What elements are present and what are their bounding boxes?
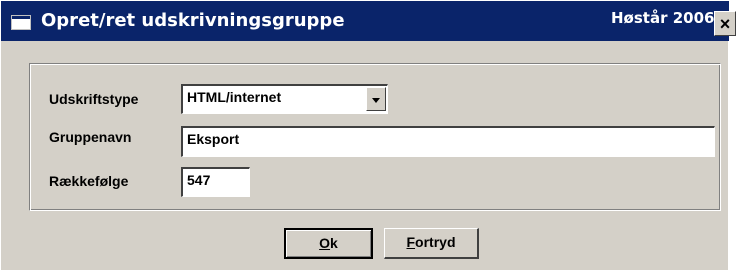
- window-icon: [11, 15, 31, 30]
- dialog-window: Opret/ret udskrivningsgruppe Høstår 2006…: [0, 0, 736, 270]
- window-title: Opret/ret udskrivningsgruppe: [41, 10, 345, 31]
- ok-label-rest: k: [330, 235, 338, 251]
- title-bar[interactable]: Opret/ret udskrivningsgruppe Høstår 2006…: [1, 1, 736, 41]
- close-button[interactable]: ×: [714, 11, 736, 36]
- order-input[interactable]: 547: [181, 167, 250, 197]
- group-name-input[interactable]: Eksport: [181, 126, 715, 157]
- cancel-label-rest: ortryd: [415, 234, 456, 250]
- order-label: Rækkefølge: [49, 173, 129, 189]
- season-label: Høstår 2006: [611, 9, 715, 27]
- cancel-button[interactable]: Fortryd: [384, 228, 479, 259]
- ok-mnemonic: O: [319, 235, 331, 251]
- chevron-down-icon[interactable]: [366, 87, 386, 111]
- print-type-value: HTML/internet: [187, 89, 282, 105]
- ok-button[interactable]: Ok: [284, 228, 373, 259]
- cancel-mnemonic: F: [406, 234, 416, 250]
- print-type-select[interactable]: HTML/internet: [181, 84, 388, 114]
- print-type-label: Udskriftstype: [49, 91, 139, 107]
- group-name-label: Gruppenavn: [49, 129, 132, 145]
